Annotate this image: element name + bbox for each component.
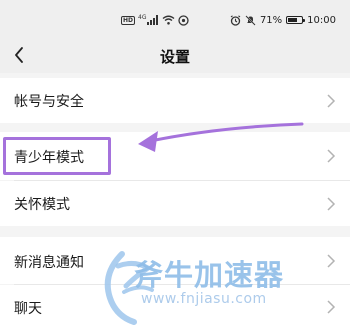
battery-icon (286, 16, 306, 24)
status-right-icons: 71% 10:00 (230, 13, 336, 27)
status-bar: HD 4G 71% 10:00 (0, 0, 350, 38)
mute-icon (245, 14, 256, 26)
battery-percent: 71% (259, 14, 283, 26)
settings-item-account-security[interactable]: 帐号与安全 (0, 78, 350, 123)
hotspot-icon (178, 14, 190, 26)
watermark-url: www.fnjiasu.com (141, 291, 267, 307)
alarm-icon (230, 14, 241, 26)
settings-item-label: 新消息通知 (14, 255, 84, 271)
nav-bar: 设置 (0, 38, 350, 73)
status-left-icons: HD 4G (121, 13, 190, 27)
battery-fill (288, 18, 298, 22)
chevron-right-icon (327, 197, 336, 211)
settings-item-label: 关怀模式 (14, 197, 70, 213)
watermark-brand: 斧牛加速器 (134, 258, 285, 292)
clock: 10:00 (307, 14, 336, 26)
hd-badge: HD (121, 15, 136, 25)
chevron-right-icon (327, 94, 336, 108)
settings-item-label: 聊天 (14, 301, 42, 317)
page-title: 设置 (159, 48, 190, 66)
network-type-label: 4G (138, 13, 147, 21)
signal-icon (147, 15, 159, 25)
highlight-box (3, 137, 111, 175)
settings-item-care-mode[interactable]: 关怀模式 (0, 181, 350, 226)
wifi-icon (163, 15, 175, 25)
chevron-right-icon (327, 149, 336, 163)
settings-item-label: 帐号与安全 (14, 94, 84, 110)
